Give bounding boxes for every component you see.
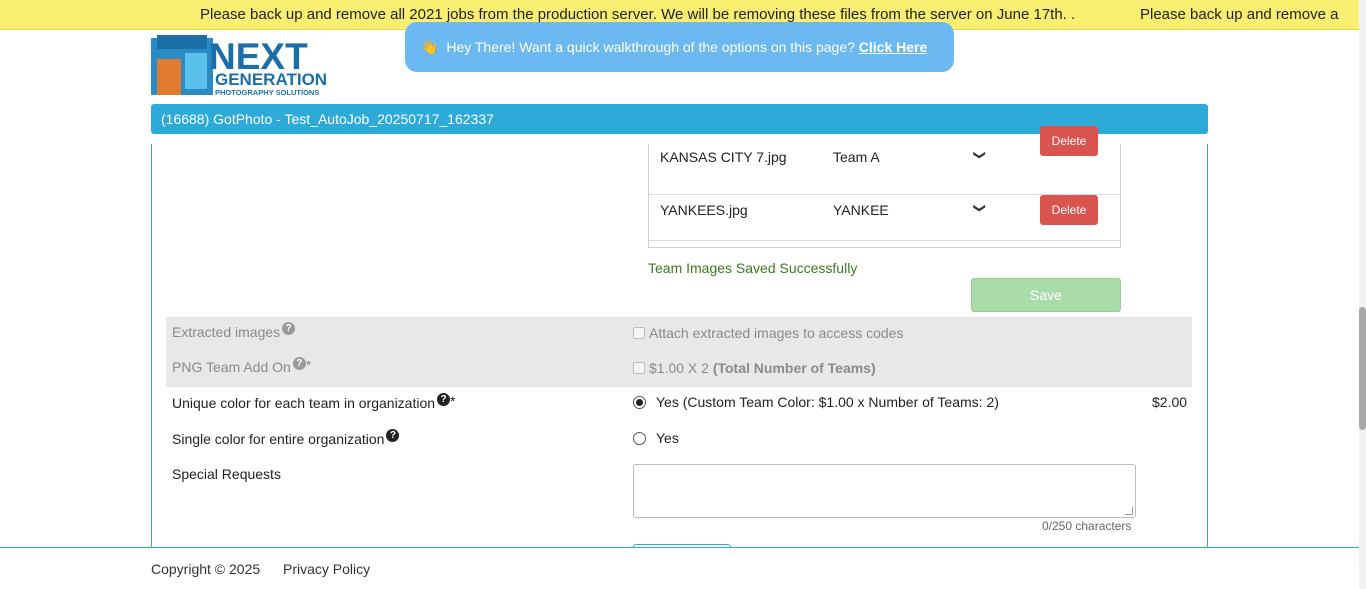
help-icon[interactable]: ? [386,429,400,442]
single-color-option: Yes [633,430,679,446]
walkthrough-link[interactable]: Click Here [859,39,927,55]
team-image-filename: KANSAS CITY 7.jpg [660,149,787,165]
extracted-images-label: Extracted images? [172,322,296,340]
privacy-policy-link[interactable]: Privacy Policy [283,561,370,577]
help-icon[interactable]: ? [282,322,296,335]
team-image-filename: YANKEES.jpg [660,202,748,218]
page-scrollbar-thumb[interactable] [1359,307,1366,430]
logo-tagline: PHOTOGRAPHY SOLUTIONS [215,88,319,97]
required-marker: * [305,357,312,373]
delete-team-image-button[interactable]: Delete [1040,195,1098,225]
required-marker: * [450,393,456,409]
chevron-down-icon[interactable]: ❯ [973,203,987,213]
team-image-row: YANKEES.jpg YANKEE ❯ Delete [649,180,1120,241]
job-title: (16688) GotPhoto - Test_AutoJob_20250717… [161,111,494,127]
unique-color-price: $2.00 [1152,394,1188,410]
single-color-label: Single color for entire organization? [172,429,400,447]
help-icon[interactable]: ? [292,357,306,370]
walkthrough-text: Hey There! Want a quick walkthrough of t… [446,39,855,55]
waving-hand-icon: 👋 [421,39,439,55]
team-select[interactable]: Team A [833,149,880,165]
team-images-list[interactable]: KANSAS CITY 7.jpg Team A ❯ Delete YANKEE… [648,126,1121,248]
page-footer: Copyright © 2025 Privacy Policy [0,547,1359,589]
page-scrollbar-track[interactable] [1359,0,1366,589]
png-team-add-on-checkbox[interactable] [633,362,645,374]
extracted-images-checkbox[interactable] [633,327,645,339]
png-team-add-on-label: PNG Team Add On? * [172,357,312,375]
next-generation-logo[interactable]: NEXT GENERATION PHOTOGRAPHY SOLUTIONS [151,35,347,97]
logo-word-generation: GENERATION [215,70,327,89]
unique-color-option: Yes (Custom Team Color: $1.00 x Number o… [633,394,999,410]
help-icon[interactable]: ? [437,393,451,406]
copyright-text: Copyright © 2025 [151,561,261,577]
banner-message: Please back up and remove all 2021 jobs … [200,6,1076,23]
resize-handle-icon[interactable] [1125,507,1133,515]
character-counter: 0/250 characters [1042,519,1132,533]
unique-color-label: Unique color for each team in organizati… [172,393,456,411]
delete-team-image-button[interactable]: Delete [1040,126,1098,156]
unique-color-radio[interactable] [633,396,646,409]
team-select[interactable]: YANKEE [833,202,889,218]
png-team-add-on-option: $1.00 X 2 (Total Number of Teams) [633,360,876,376]
save-button[interactable]: Save [971,278,1121,312]
save-status-message: Team Images Saved Successfully [648,260,858,276]
png-team-add-on-note: (Total Number of Teams) [712,360,876,376]
single-color-radio[interactable] [633,432,646,445]
extracted-images-option: Attach extracted images to access codes [633,325,903,341]
chevron-down-icon[interactable]: ❯ [973,150,987,160]
special-requests-input[interactable] [633,464,1136,518]
banner-message-repeat: Please back up and remove a [1140,6,1339,23]
walkthrough-prompt: 👋 Hey There! Want a quick walkthrough of… [405,22,954,72]
special-requests-label: Special Requests [172,466,281,482]
